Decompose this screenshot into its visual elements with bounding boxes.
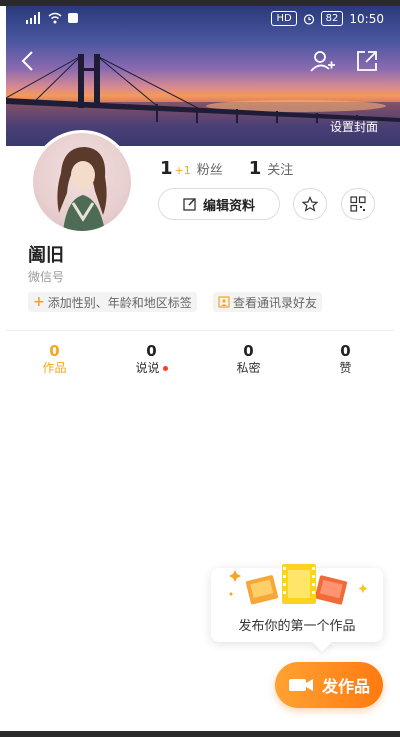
qr-code-button[interactable]: [341, 188, 375, 220]
avatar[interactable]: [30, 130, 134, 234]
contacts-chip[interactable]: 查看通讯录好友: [213, 292, 323, 312]
tab-count: 0: [49, 342, 60, 360]
tab-count: 0: [340, 342, 351, 360]
publish-tooltip: 发布你的第一个作品: [211, 564, 383, 652]
add-tags-chip[interactable]: + 添加性别、年龄和地区标签: [28, 292, 197, 312]
tab-label: 说说: [135, 361, 160, 375]
star-icon: [302, 196, 318, 212]
content-tabs: 0 作品 0 说说 0 私密 0 赞: [6, 342, 394, 378]
status-bar: HD 82 10:50: [6, 8, 394, 30]
follow-stats: 1 +1 粉丝 1 关注: [160, 158, 293, 179]
media-illustration: [229, 564, 368, 605]
battery-indicator: 82: [320, 11, 344, 26]
publish-tooltip-text: 发布你的第一个作品: [238, 619, 356, 634]
username: 阖旧: [28, 245, 64, 266]
following-label[interactable]: 关注: [267, 159, 293, 178]
avatar-illustration: [57, 147, 107, 231]
tab-label: 作品: [42, 361, 67, 375]
edit-profile-button[interactable]: 编辑资料: [158, 188, 280, 220]
chevron-left-icon: [21, 51, 33, 71]
status-icons-right: HD 82 10:50: [271, 11, 384, 26]
status-icons-left: [26, 12, 78, 24]
followers-count[interactable]: 1: [160, 158, 173, 179]
qr-code-icon: [350, 196, 366, 212]
signal-icon: [26, 12, 40, 24]
back-button[interactable]: [16, 48, 42, 74]
tab-count: 0: [146, 342, 157, 360]
video-camera-icon: [288, 679, 313, 691]
contacts-icon: [218, 296, 230, 308]
share-icon: [357, 51, 377, 71]
edit-icon: [183, 197, 196, 211]
add-user-icon: [310, 51, 335, 72]
tab-label: 赞: [339, 361, 352, 375]
plus-icon: +: [33, 294, 45, 310]
set-cover-link[interactable]: 设置封面: [330, 118, 378, 135]
tab-likes[interactable]: 0 赞: [297, 342, 394, 378]
clock: 10:50: [349, 11, 384, 26]
followers-label[interactable]: 粉丝: [197, 159, 223, 178]
publish-button[interactable]: 发作品: [275, 662, 383, 708]
tooltip-tail: [312, 632, 332, 652]
favorites-button[interactable]: [293, 188, 327, 220]
add-tags-label: 添加性别、年龄和地区标签: [47, 295, 192, 310]
publish-button-label: 发作品: [321, 677, 370, 696]
tab-label: 私密: [236, 361, 261, 375]
tab-posts[interactable]: 0 说说: [103, 342, 200, 378]
add-friend-button[interactable]: [309, 48, 335, 74]
notification-icon: [68, 13, 78, 23]
wifi-icon: [48, 12, 62, 24]
share-button[interactable]: [354, 48, 380, 74]
tab-count: 0: [243, 342, 254, 360]
window-frame-bottom: [0, 731, 400, 737]
tab-private[interactable]: 0 私密: [200, 342, 297, 378]
wechat-id-label: 微信号: [28, 270, 65, 284]
alarm-icon: [303, 13, 314, 25]
hd-badge: HD: [271, 11, 297, 26]
unread-dot: [162, 366, 168, 371]
edit-profile-label: 编辑资料: [202, 198, 255, 214]
section-divider: [6, 330, 394, 331]
contacts-label: 查看通讯录好友: [233, 295, 318, 310]
followers-delta: +1: [174, 164, 191, 177]
following-count[interactable]: 1: [249, 158, 262, 179]
tab-works[interactable]: 0 作品: [6, 342, 103, 378]
